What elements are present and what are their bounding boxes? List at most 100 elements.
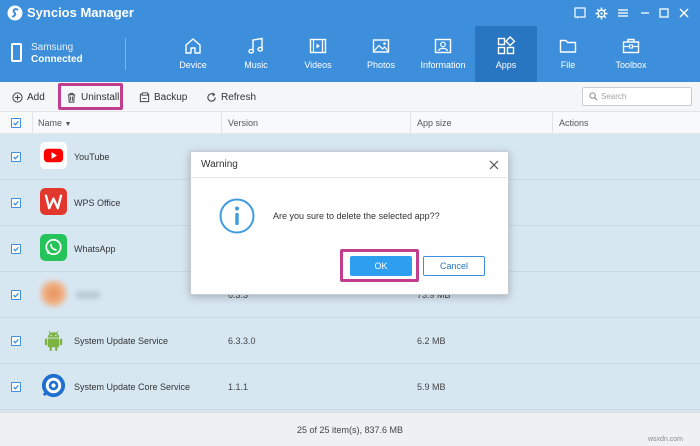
nav-item-information[interactable]: Information [412, 26, 474, 82]
search-box[interactable] [582, 87, 692, 106]
message-icon[interactable] [572, 5, 588, 21]
title-bar: Syncios Manager [0, 0, 700, 26]
nav-label: File [560, 60, 576, 70]
android-icon [44, 331, 63, 352]
dialog-close-icon[interactable] [487, 158, 501, 172]
backup-icon [139, 91, 150, 102]
film-icon [309, 38, 327, 54]
apps-grid-icon [497, 36, 516, 55]
column-header-name[interactable]: Name ▼ [38, 112, 71, 134]
maximize-icon[interactable] [656, 5, 672, 21]
nav-label: Videos [304, 60, 332, 70]
column-header-version[interactable]: Version [228, 112, 258, 134]
checkmark-icon [13, 338, 19, 344]
select-all-checkbox[interactable] [11, 118, 21, 128]
checkmark-icon [13, 154, 19, 160]
nav-label: Toolbox [615, 60, 647, 70]
checkmark-icon [13, 200, 19, 206]
device-status: Connected [31, 54, 83, 65]
cancel-button[interactable]: Cancel [423, 256, 485, 276]
app-size: 5.9 MB [417, 382, 446, 392]
nav-label: Photos [366, 60, 396, 70]
dialog-header: Warning [191, 152, 508, 178]
ok-highlight-box [340, 249, 419, 282]
column-header-app-size[interactable]: App size [417, 112, 452, 134]
nav-item-toolbox[interactable]: Toolbox [600, 26, 662, 82]
row-checkbox[interactable] [11, 244, 21, 254]
table-row[interactable]: System Update Service 6.3.3.0 6.2 MB [0, 318, 700, 364]
dialog-message: Are you sure to delete the selected app?… [273, 211, 440, 221]
row-checkbox[interactable] [11, 336, 21, 346]
close-icon[interactable] [676, 5, 692, 21]
column-divider [552, 112, 553, 134]
row-checkbox[interactable] [11, 152, 21, 162]
nav-label: Music [244, 60, 268, 70]
row-checkbox[interactable] [11, 290, 21, 300]
syncios-logo-icon [7, 5, 23, 21]
nav-item-apps[interactable]: Apps [475, 26, 537, 82]
search-icon [589, 92, 598, 101]
app-title: Syncios Manager [27, 5, 134, 20]
nav-item-photos[interactable]: Photos [350, 26, 412, 82]
update-core-icon [41, 373, 66, 398]
nav-item-device[interactable]: Device [162, 26, 224, 82]
youtube-icon [40, 142, 67, 169]
app-name: WhatsApp [74, 244, 116, 254]
row-checkbox[interactable] [11, 382, 21, 392]
column-header-actions: Actions [559, 118, 589, 128]
backup-button-label: Backup [154, 91, 188, 103]
backup-button[interactable]: Backup [139, 88, 187, 106]
nav-item-file[interactable]: File [537, 26, 599, 82]
table-header: Name ▼ Version App size Actions [0, 112, 700, 134]
app-size: 6.2 MB [417, 336, 446, 346]
nav-item-music[interactable]: Music [225, 26, 287, 82]
phone-icon [11, 43, 22, 62]
toolbox-icon [622, 38, 640, 54]
folder-icon [559, 39, 577, 53]
device-name: Samsung [31, 42, 74, 53]
music-note-icon [248, 37, 264, 54]
nav-label: Apps [495, 60, 517, 70]
uninstall-highlight-box [58, 83, 123, 110]
info-icon [219, 198, 255, 234]
minimize-icon[interactable] [637, 5, 653, 21]
nav-divider [125, 38, 126, 70]
gear-icon[interactable] [593, 5, 609, 21]
item-count-summary: 25 of 25 item(s), 837.6 MB [296, 425, 404, 435]
nav-item-videos[interactable]: Videos [287, 26, 349, 82]
sort-down-icon: ▼ [64, 121, 72, 128]
status-bar: 25 of 25 item(s), 837.6 MB wsxdn.com [0, 412, 700, 446]
search-input[interactable] [601, 90, 687, 103]
menu-icon[interactable] [615, 5, 631, 21]
column-divider [32, 112, 33, 134]
wps-office-icon [40, 188, 67, 215]
app-name: WPS Office [74, 198, 121, 208]
column-header-label: Name [38, 118, 63, 128]
row-checkbox[interactable] [11, 198, 21, 208]
contact-card-icon [434, 38, 452, 54]
watermark: wsxdn.com [648, 436, 684, 443]
device-info[interactable]: Samsung Connected [0, 26, 126, 82]
app-version: 1.1.1 [228, 382, 249, 392]
plus-circle-icon [12, 91, 23, 103]
home-icon [185, 38, 201, 54]
checkmark-icon [13, 246, 19, 252]
image-icon [372, 39, 390, 53]
table-row[interactable]: System Update Core Service 1.1.1 5.9 MB [0, 364, 700, 410]
app-version: 6.3.3.0 [228, 336, 256, 346]
add-button-label: Add [27, 91, 45, 103]
refresh-icon [207, 91, 216, 102]
dialog-title: Warning [201, 159, 238, 170]
refresh-button-label: Refresh [221, 91, 257, 103]
add-button[interactable]: Add [12, 88, 45, 106]
app-name: System Update Core Service [74, 382, 191, 392]
nav-label: Information [420, 60, 466, 70]
app-name: YouTube [74, 152, 110, 162]
checkmark-icon [13, 120, 19, 126]
main-navigation: Samsung Connected Device Music Videos Ph… [0, 26, 700, 82]
whatsapp-icon [40, 234, 67, 261]
refresh-button[interactable]: Refresh [206, 88, 256, 106]
checkmark-icon [13, 384, 19, 390]
column-divider [221, 112, 222, 134]
blurred-app-icon [40, 280, 67, 307]
